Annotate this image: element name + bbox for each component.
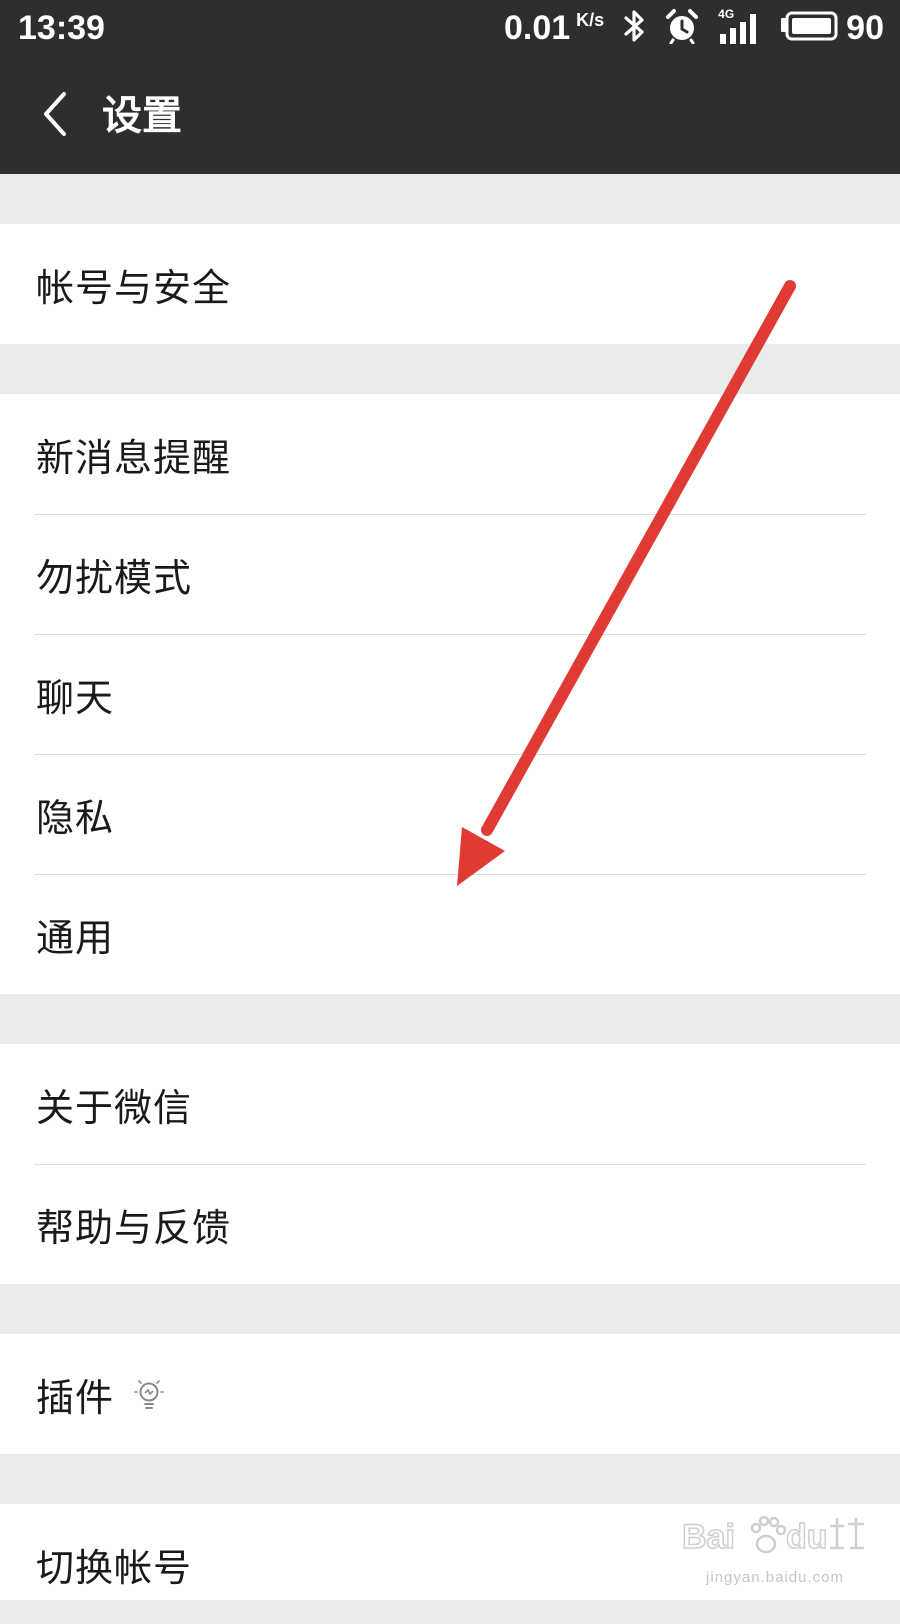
network-speed-unit: K/s <box>576 10 605 30</box>
settings-item-label: 帮助与反馈 <box>36 1205 232 1250</box>
bluetooth-icon <box>622 8 646 48</box>
settings-item-general[interactable]: 通用 <box>0 874 900 994</box>
settings-item-plugins[interactable]: 插件 <box>0 1334 900 1454</box>
watermark-text: jingyan.baidu.com <box>706 1569 844 1586</box>
status-bar: 13:39 0.01 K/s 4G 90 <box>0 0 900 58</box>
back-arrow-icon <box>40 90 72 142</box>
settings-item-new-message-alerts[interactable]: 新消息提醒 <box>0 394 900 514</box>
settings-group-main: 新消息提醒 勿扰模式 聊天 隐私 通用 <box>0 394 900 994</box>
settings-item-do-not-disturb[interactable]: 勿扰模式 <box>0 514 900 634</box>
settings-item-label: 隐私 <box>36 795 115 840</box>
settings-group-plugins: 插件 <box>0 1334 900 1454</box>
battery: 90 <box>780 8 884 48</box>
status-time: 13:39 <box>18 9 105 47</box>
settings-item-label: 关于微信 <box>36 1085 193 1130</box>
network-speed-value: 0.01 <box>503 9 571 47</box>
page-title: 设置 <box>102 93 182 139</box>
status-icons: 0.01 K/s 4G 90 <box>504 8 884 48</box>
baidu-watermark: Bai du jingyan.baidu.com <box>680 1504 870 1594</box>
settings-item-help-feedback[interactable]: 帮助与反馈 <box>0 1164 900 1284</box>
settings-item-label: 帐号与安全 <box>36 265 232 310</box>
battery-icon <box>780 11 838 45</box>
lightbulb-icon <box>132 1377 166 1411</box>
network-speed: 0.01 K/s <box>504 8 604 48</box>
settings-item-label: 通用 <box>36 915 115 960</box>
back-button[interactable] <box>28 88 84 144</box>
settings-item-label: 切换帐号 <box>36 1545 193 1590</box>
settings-item-label: 勿扰模式 <box>36 555 193 600</box>
settings-item-about-wechat[interactable]: 关于微信 <box>0 1044 900 1164</box>
baidu-logo-icon: Bai du <box>681 1515 864 1557</box>
signal-icon: 4G <box>718 8 762 46</box>
svg-text:du: du <box>786 1518 828 1556</box>
svg-text:Bai: Bai <box>682 1518 735 1556</box>
settings-item-label: 聊天 <box>36 675 115 720</box>
settings-item-chats[interactable]: 聊天 <box>0 634 900 754</box>
settings-group-account: 帐号与安全 <box>0 224 900 344</box>
header: 设置 <box>0 58 900 174</box>
settings-item-privacy[interactable]: 隐私 <box>0 754 900 874</box>
settings-group-about: 关于微信 帮助与反馈 <box>0 1044 900 1284</box>
settings-item-account-security[interactable]: 帐号与安全 <box>0 224 900 344</box>
settings-item-label: 新消息提醒 <box>36 435 232 480</box>
settings-item-label: 插件 <box>36 1375 115 1420</box>
alarm-icon <box>664 8 700 48</box>
battery-percent: 90 <box>846 9 884 47</box>
